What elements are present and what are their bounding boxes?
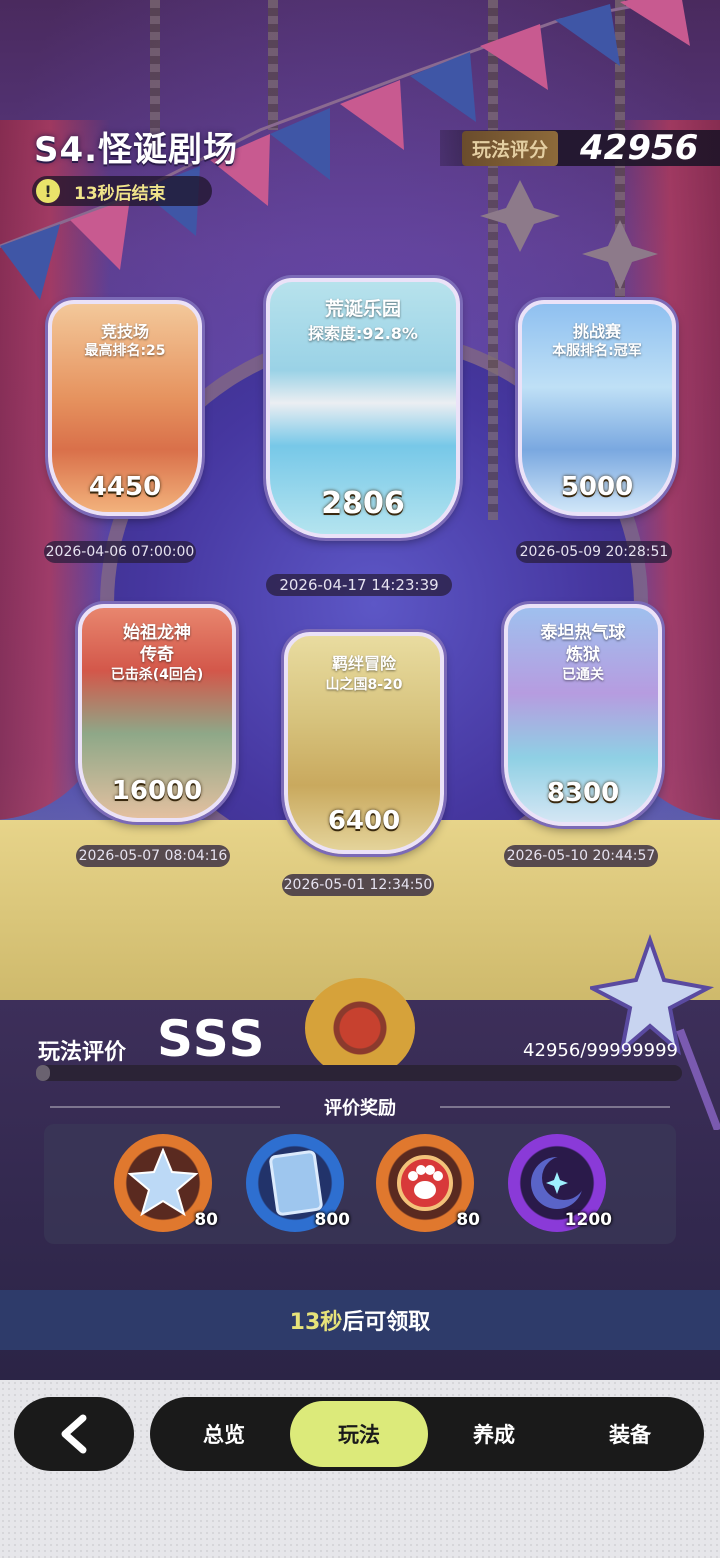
card-score: 5000 <box>560 472 634 502</box>
chevron-left-icon <box>61 1414 87 1454</box>
card-timestamp: 2026-05-07 08:04:16 <box>76 845 230 867</box>
reward-count: 800 <box>314 1210 351 1230</box>
tab-bar: 总览 玩法 养成 装备 <box>150 1397 704 1471</box>
rating-progress-bar <box>36 1065 682 1081</box>
card-subtitle: 已击杀(4回合) <box>110 667 204 683</box>
reward-item[interactable]: 1200 <box>508 1134 612 1232</box>
countdown-badge: ! 13秒后结束 <box>32 176 212 206</box>
exclamation-icon: ! <box>36 179 60 203</box>
card-pack-icon <box>269 1150 323 1216</box>
score-label: 玩法评分 <box>462 130 559 166</box>
mode-card-ancestral-dragon[interactable]: 始祖龙神 传奇 已击杀(4回合) 16000 <box>78 604 236 822</box>
claim-countdown: 13秒 <box>289 1310 343 1335</box>
card-name: 羁绊冒险 <box>331 654 396 673</box>
card-subtitle: 已通关 <box>562 667 604 683</box>
reward-item[interactable]: 800 <box>246 1134 350 1232</box>
rating-progress-text: 42956/99999999 <box>523 1040 678 1061</box>
card-timestamp: 2026-05-01 12:34:50 <box>282 874 434 896</box>
page-title: S4.怪诞剧场 <box>34 130 239 170</box>
score-panel: 玩法评分 42956 <box>440 128 720 168</box>
mode-card-arena[interactable]: 竞技场 最高排名:25 4450 <box>48 300 202 516</box>
tab-equipment[interactable]: 装备 <box>570 1397 690 1471</box>
mode-card-bond-adventure[interactable]: 羁绊冒险 山之国8-20 6400 <box>284 632 444 854</box>
card-timestamp: 2026-05-09 20:28:51 <box>516 541 672 563</box>
card-name-line2: 传奇 <box>140 645 174 665</box>
rating-grade: SSS <box>157 1010 267 1068</box>
score-value: 42956 <box>580 128 699 168</box>
reward-section-title: 评价奖励 <box>324 1098 396 1119</box>
reward-item[interactable]: 80 <box>114 1134 218 1232</box>
card-subtitle: 探索度:92.8% <box>308 324 418 343</box>
card-name: 荒诞乐园 <box>324 298 401 320</box>
tab-growth[interactable]: 养成 <box>434 1397 554 1471</box>
card-score: 4450 <box>88 472 162 502</box>
rating-progress-fill <box>36 1065 51 1081</box>
moon-orb-icon <box>531 1156 586 1209</box>
card-name-line2: 炼狱 <box>566 645 600 665</box>
mode-card-absurd-park[interactable]: 荒诞乐园 探索度:92.8% 2806 <box>266 278 460 538</box>
countdown-text: 13秒后结束 <box>74 183 166 204</box>
card-timestamp: 2026-05-10 20:44:57 <box>504 845 658 867</box>
card-subtitle: 最高排名:25 <box>84 343 166 359</box>
reward-count: 80 <box>194 1210 218 1230</box>
card-score: 16000 <box>111 776 203 806</box>
card-timestamp: 2026-04-06 07:00:00 <box>44 541 196 563</box>
paw-charm-icon <box>397 1155 453 1211</box>
card-name: 挑战赛 <box>572 322 621 341</box>
tab-gameplay[interactable]: 玩法 <box>290 1401 428 1467</box>
card-score: 6400 <box>327 806 401 836</box>
rating-label: 玩法评价 <box>38 1040 127 1065</box>
card-subtitle: 本服排名:冠军 <box>552 343 642 359</box>
crystal-star-icon <box>128 1148 198 1217</box>
card-name: 竞技场 <box>100 322 149 341</box>
gear-ornament <box>305 978 415 1078</box>
card-timestamp: 2026-04-17 14:23:39 <box>266 574 452 596</box>
claim-status-bar[interactable]: 13秒 后可领取 <box>0 1290 720 1350</box>
mode-card-challenge[interactable]: 挑战赛 本服排名:冠军 5000 <box>518 300 676 516</box>
mode-card-titan-balloon[interactable]: 泰坦热气球 炼狱 已通关 8300 <box>504 604 662 826</box>
card-score: 8300 <box>546 778 620 808</box>
reward-count: 1200 <box>564 1210 612 1230</box>
claim-text: 后可领取 <box>342 1310 431 1335</box>
back-button[interactable] <box>14 1397 134 1471</box>
card-subtitle: 山之国8-20 <box>325 677 403 693</box>
tab-overview[interactable]: 总览 <box>164 1397 284 1471</box>
card-score: 2806 <box>321 486 405 521</box>
reward-item[interactable]: 80 <box>376 1134 480 1232</box>
reward-count: 80 <box>456 1210 480 1230</box>
